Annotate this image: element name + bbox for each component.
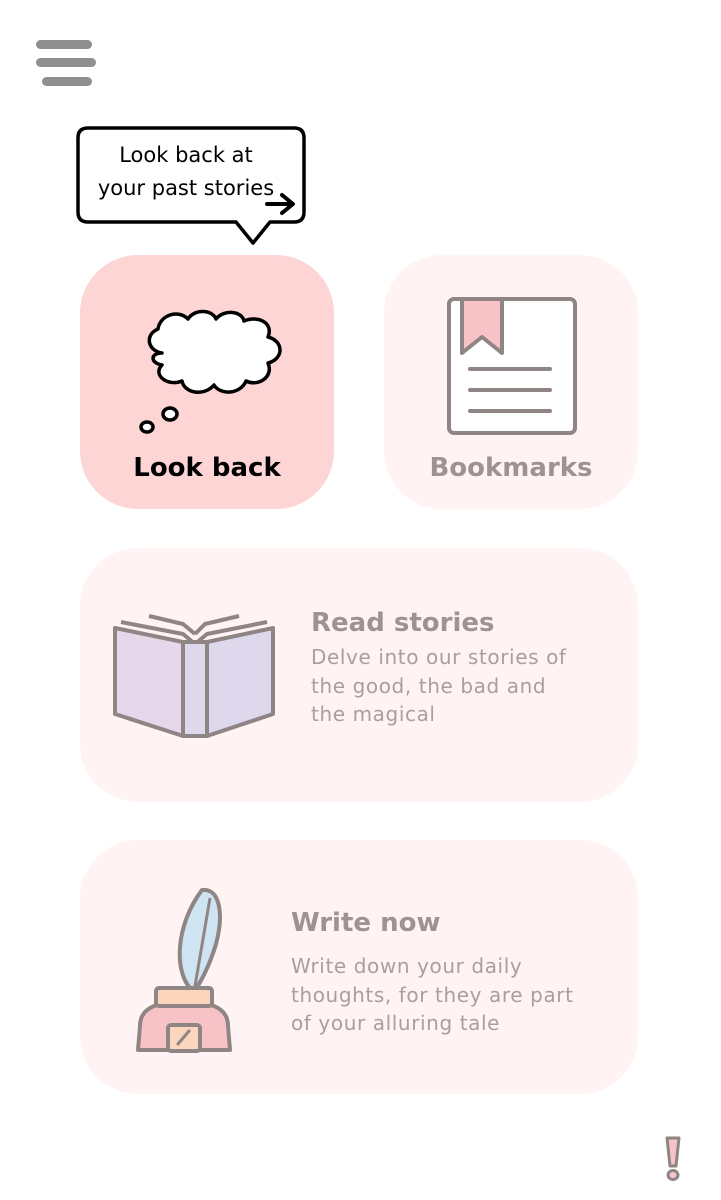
hamburger-menu-icon[interactable] <box>36 40 96 86</box>
read-stories-title: Read stories <box>311 608 495 638</box>
read-stories-description: Delve into our stories of the good, the … <box>311 645 567 726</box>
read-stories-card[interactable]: Read stories Delve into our stories of t… <box>80 548 638 802</box>
bookmarks-label: Bookmarks <box>429 453 593 483</box>
look-back-card[interactable]: Look back <box>80 255 334 509</box>
tooltip-look-back: Look back at your past stories <box>76 126 306 245</box>
exclamation-icon[interactable] <box>662 1134 684 1182</box>
menu-bar <box>36 40 92 49</box>
look-back-label: Look back <box>133 453 281 483</box>
open-book-icon <box>113 614 275 738</box>
menu-bar <box>36 58 96 67</box>
exclamation-mark <box>665 1136 681 1181</box>
write-now-card[interactable]: Write now Write down your daily thoughts… <box>80 840 638 1094</box>
arrow-right-icon <box>265 193 295 215</box>
write-now-description: Write down your daily thoughts, for they… <box>291 954 574 1035</box>
bookmarks-card[interactable]: Bookmarks <box>384 255 638 509</box>
menu-bar <box>42 77 92 86</box>
write-now-title: Write now <box>291 908 441 938</box>
bookmark-page-icon <box>447 297 577 435</box>
thought-cloud-icon <box>139 309 282 434</box>
tooltip-text: Look back at your past stories <box>97 143 275 200</box>
quill-inkwell-icon <box>136 887 232 1053</box>
